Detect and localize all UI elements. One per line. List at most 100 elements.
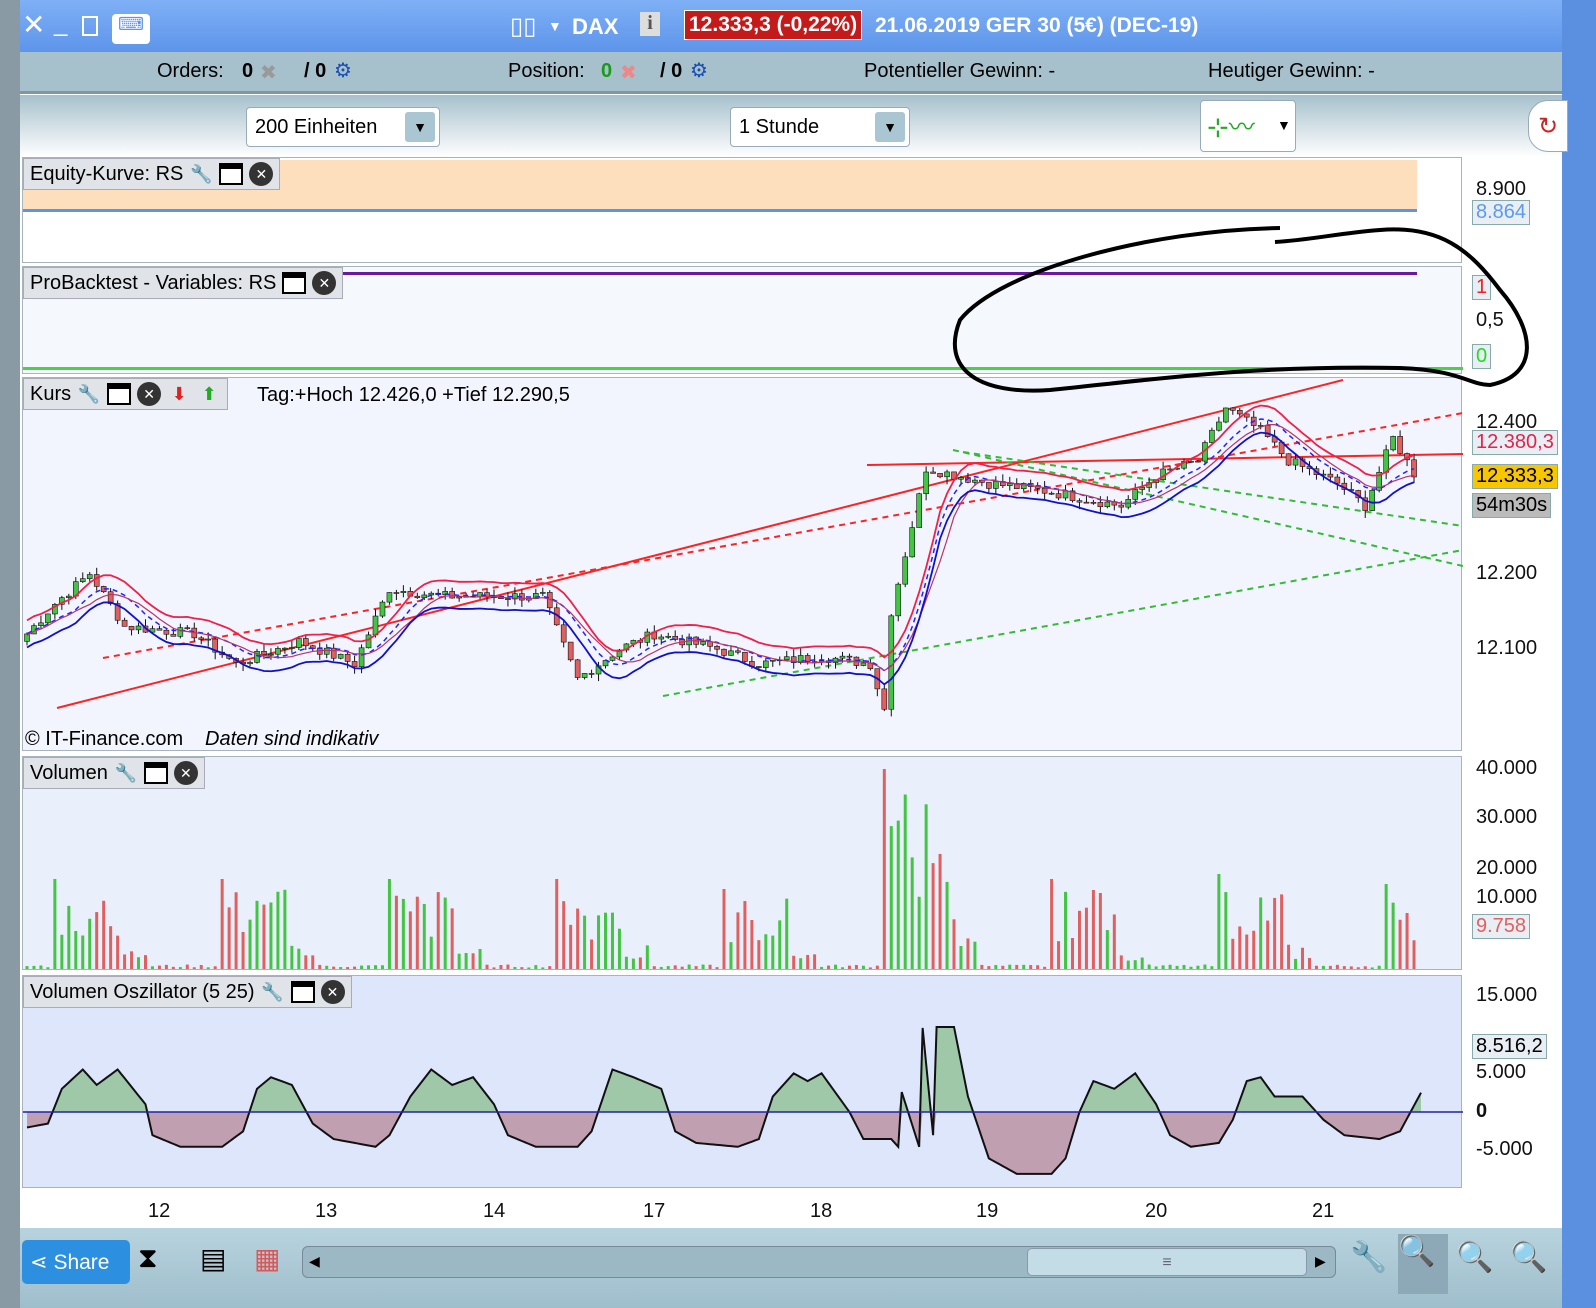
volume-bar bbox=[597, 915, 601, 969]
wrench-icon[interactable]: 🔧 bbox=[189, 162, 213, 186]
volume-bar bbox=[1203, 964, 1207, 969]
oscillator-line bbox=[26, 1025, 1422, 1175]
refresh-icon[interactable]: ↻ bbox=[1528, 100, 1568, 152]
candlestick-icon[interactable]: ▯▯ bbox=[510, 12, 536, 41]
upper-band-tag: 12.380,3 bbox=[1472, 430, 1558, 455]
candle bbox=[700, 641, 706, 645]
position-label: Position: bbox=[508, 60, 585, 82]
volume-bar bbox=[109, 926, 113, 969]
volume-bar bbox=[1126, 960, 1130, 969]
window-icon[interactable] bbox=[143, 762, 168, 784]
candle bbox=[121, 619, 128, 627]
volume-bar bbox=[429, 936, 433, 969]
gear-icon[interactable]: ⚙ bbox=[334, 58, 352, 83]
candle bbox=[567, 641, 574, 661]
add-indicator-button[interactable]: ⊹〰 ▼ bbox=[1200, 100, 1296, 152]
close-window-icon[interactable]: ✕ bbox=[22, 8, 45, 41]
close-position-icon[interactable]: ✖ bbox=[620, 60, 637, 85]
window-icon[interactable] bbox=[107, 383, 132, 405]
window-icon[interactable] bbox=[282, 272, 307, 294]
volume-bar bbox=[1029, 965, 1033, 969]
indicator-icon: ⊹〰 bbox=[1207, 112, 1255, 142]
horizontal-scrollbar[interactable]: ◀ ≡ ▶ bbox=[302, 1246, 1336, 1278]
keyboard-icon[interactable]: ⌨ bbox=[112, 14, 150, 44]
position-value: 0 bbox=[601, 60, 613, 82]
volume-bar bbox=[1252, 930, 1256, 969]
close-icon[interactable]: ✕ bbox=[312, 271, 337, 295]
chart-settings-icon[interactable]: 🔧 bbox=[1350, 1240, 1387, 1275]
chevron-down-icon[interactable]: ▼ bbox=[548, 18, 562, 34]
candle-style-icon[interactable]: ⧗ bbox=[138, 1242, 158, 1275]
close-icon[interactable]: ✕ bbox=[320, 980, 345, 1004]
axis-label: 12.100 bbox=[1476, 637, 1538, 659]
volume-bar bbox=[624, 956, 628, 969]
maximize-icon[interactable] bbox=[82, 16, 98, 36]
units-select[interactable]: 200 Einheiten ▼ bbox=[246, 107, 440, 147]
volume-bar bbox=[896, 820, 900, 969]
wrench-icon[interactable]: 🔧 bbox=[114, 761, 138, 785]
interval-select[interactable]: 1 Stunde ▼ bbox=[730, 107, 910, 147]
axis-label: 0 bbox=[1476, 1100, 1488, 1122]
zoom-auto-button[interactable]: 🔍 bbox=[1398, 1234, 1448, 1294]
volume-bar bbox=[60, 934, 64, 969]
volume-bar bbox=[555, 879, 559, 969]
drawing-tools-icon[interactable]: ▤ bbox=[200, 1242, 226, 1275]
price-chart[interactable] bbox=[23, 378, 1463, 752]
order-book-icon[interactable]: ▦ bbox=[254, 1242, 280, 1275]
info-bar: Orders: 0 ✖ / 0 ⚙ Position: 0 ✖ / 0 ⚙ Po… bbox=[20, 52, 1562, 94]
volume-bar bbox=[1036, 965, 1040, 969]
cancel-orders-icon[interactable]: ✖ bbox=[260, 60, 277, 85]
zoom-in-icon[interactable]: 🔍 bbox=[1510, 1240, 1547, 1275]
candle bbox=[379, 601, 386, 617]
volume-bar bbox=[1154, 966, 1158, 969]
scroll-left-icon[interactable]: ◀ bbox=[309, 1253, 320, 1270]
gear-icon[interactable]: ⚙ bbox=[690, 58, 708, 83]
symbol[interactable]: DAX bbox=[572, 14, 618, 40]
candle bbox=[1369, 489, 1376, 511]
volume-bar bbox=[471, 953, 475, 969]
candle bbox=[958, 477, 964, 480]
candle bbox=[756, 666, 762, 668]
scrollbar-thumb[interactable]: ≡ bbox=[1027, 1248, 1307, 1276]
volume-bar bbox=[1342, 966, 1346, 969]
scroll-right-icon[interactable]: ▶ bbox=[1315, 1253, 1326, 1270]
candle bbox=[456, 596, 462, 599]
sell-arrow-icon[interactable]: ⬇ bbox=[167, 382, 191, 406]
candle bbox=[1048, 492, 1055, 495]
volume-bar bbox=[1363, 966, 1367, 969]
copyright: © IT-Finance.com bbox=[25, 728, 184, 750]
candle bbox=[323, 647, 330, 655]
wrench-icon[interactable]: 🔧 bbox=[77, 382, 101, 406]
close-icon[interactable]: ✕ bbox=[173, 761, 198, 785]
volume-bar bbox=[262, 904, 266, 969]
buy-arrow-icon[interactable]: ⬆ bbox=[197, 382, 221, 406]
volume-bar bbox=[534, 965, 538, 969]
candle bbox=[1230, 407, 1236, 411]
window-icon[interactable] bbox=[290, 981, 315, 1003]
candle bbox=[1383, 449, 1389, 473]
volume-bar bbox=[492, 967, 496, 969]
share-button[interactable]: ⋖ Share bbox=[22, 1240, 130, 1284]
minimize-icon[interactable]: _ bbox=[54, 10, 67, 38]
volume-chart[interactable] bbox=[23, 757, 1463, 971]
volume-bar bbox=[1050, 879, 1054, 969]
wrench-icon[interactable]: 🔧 bbox=[261, 980, 285, 1004]
candle bbox=[916, 493, 922, 528]
zoom-out-icon[interactable]: 🔍 bbox=[1456, 1240, 1493, 1275]
candle bbox=[1083, 501, 1090, 504]
info-icon[interactable]: i bbox=[640, 12, 660, 36]
candle bbox=[1132, 489, 1139, 500]
volume-bar bbox=[1280, 894, 1284, 969]
volume-bar bbox=[436, 892, 440, 969]
close-icon[interactable]: ✕ bbox=[249, 162, 274, 186]
volume-bar bbox=[143, 955, 147, 969]
axis-label: 8.900 bbox=[1476, 178, 1527, 200]
window-icon[interactable] bbox=[219, 163, 244, 185]
volume-bar bbox=[171, 966, 175, 969]
volume-bar bbox=[1022, 964, 1026, 969]
close-icon[interactable]: ✕ bbox=[137, 382, 162, 406]
volume-bar bbox=[861, 965, 865, 969]
volume-value-tag: 9.758 bbox=[1472, 914, 1531, 939]
candle bbox=[393, 592, 400, 594]
price-panel: Kurs 🔧 ✕ ⬇ ⬆ Tag:+Hoch 12.426,0 +Tief 12.290… bbox=[22, 377, 1463, 752]
